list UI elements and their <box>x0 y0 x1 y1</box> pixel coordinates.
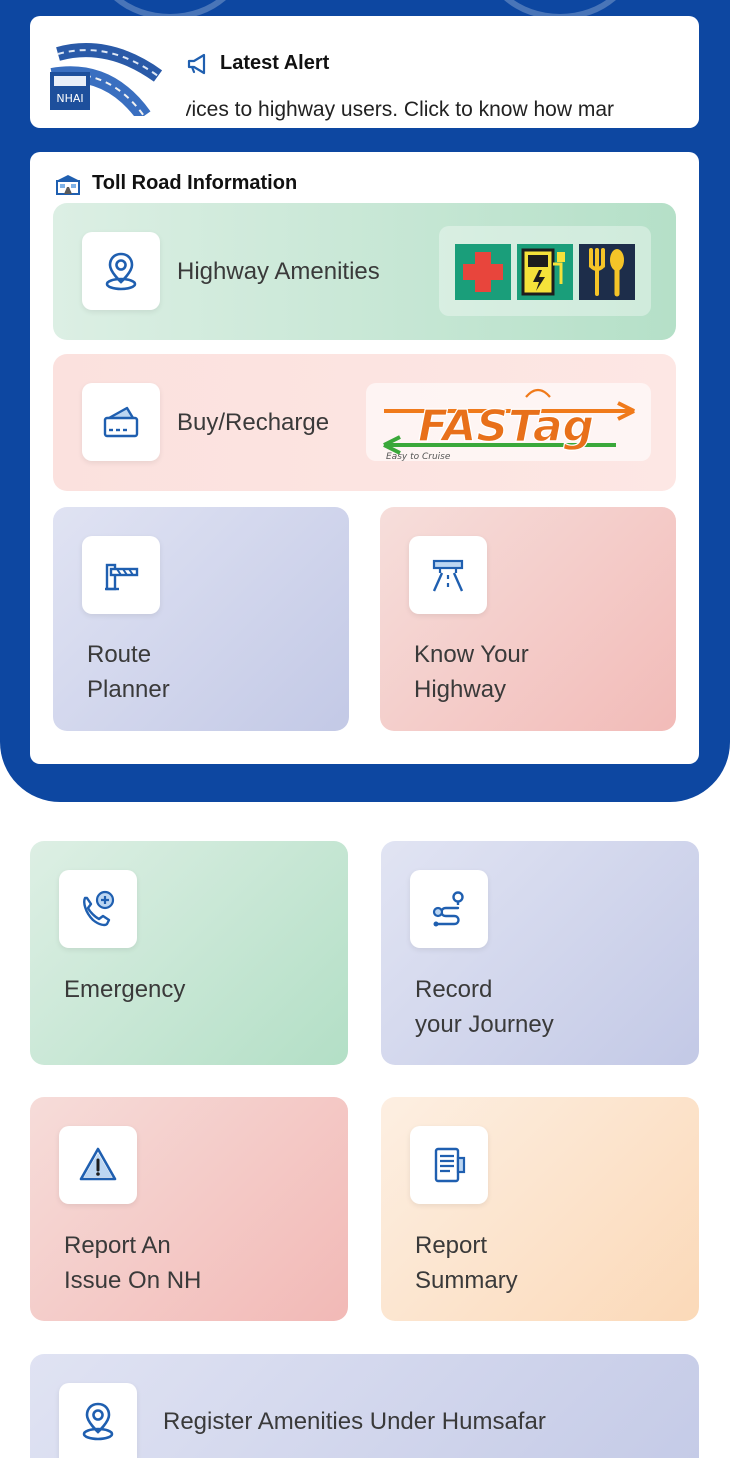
buy-recharge-tile[interactable]: Buy/Recharge FASTag Easy to Cruise <box>53 354 676 491</box>
nhai-logo: NHAI <box>50 43 163 116</box>
report-issue-line1: Report An <box>64 1232 171 1259</box>
ev-charging-icon <box>517 244 573 300</box>
emergency-label: Emergency <box>64 976 186 1003</box>
ticker-fade <box>668 98 699 128</box>
record-journey-line1: Record <box>415 976 493 1003</box>
svg-text:NHAI: NHAI <box>56 92 83 105</box>
register-amenities-tile[interactable]: Register Amenities Under Humsafar <box>30 1354 699 1458</box>
highway-amenities-tile[interactable]: Highway Amenities <box>53 203 676 340</box>
report-document-icon <box>410 1126 488 1204</box>
toll-title: Toll Road Information <box>92 172 298 194</box>
highway-road-icon <box>409 536 487 614</box>
fastag-logo: FASTag Easy to Cruise <box>366 383 651 461</box>
route-planner-line1: Route <box>87 641 152 668</box>
toll-road-card: Toll Road Information Highway Amenities <box>30 152 699 764</box>
route-planner-line2: Planner <box>87 676 170 703</box>
location-pin-icon <box>82 232 160 310</box>
report-summary-tile[interactable]: Report Summary <box>381 1097 699 1321</box>
emergency-tile[interactable]: Emergency <box>30 841 348 1065</box>
toll-booth-icon <box>54 173 82 195</box>
know-highway-line1: Know Your <box>414 641 529 668</box>
top-panel: NHAI Latest Alert rvices to highway user… <box>0 0 730 802</box>
buy-recharge-label: Buy/Recharge <box>177 409 330 436</box>
report-summary-line2: Summary <box>415 1267 518 1294</box>
report-summary-line1: Report <box>415 1232 488 1259</box>
warning-icon <box>59 1126 137 1204</box>
know-highway-line2: Highway <box>414 676 507 703</box>
route-path-icon <box>410 870 488 948</box>
highway-amenities-label: Highway Amenities <box>177 258 380 285</box>
latest-alert-card[interactable]: NHAI Latest Alert rvices to highway user… <box>30 16 699 128</box>
toll-title-row: Toll Road Information <box>54 172 297 195</box>
amenities-icon-strip <box>439 226 651 316</box>
svg-text:FASTag: FASTag <box>418 401 594 452</box>
route-planner-tile[interactable]: Route Planner <box>53 507 349 731</box>
svg-text:Easy to Cruise: Easy to Cruise <box>386 452 451 461</box>
report-issue-tile[interactable]: Report An Issue On NH <box>30 1097 348 1321</box>
record-journey-line2: your Journey <box>415 1011 554 1038</box>
alert-title: Latest Alert <box>220 52 330 74</box>
alert-ticker-text: rvices to highway users. Click to know h… <box>186 98 614 121</box>
first-aid-icon <box>455 244 511 300</box>
payment-card-icon <box>82 383 160 461</box>
emergency-phone-icon <box>59 870 137 948</box>
report-issue-line2: Issue On NH <box>64 1267 202 1294</box>
register-amenities-label: Register Amenities Under Humsafar <box>163 1408 546 1435</box>
alert-title-row: Latest Alert <box>186 52 329 75</box>
location-pin-icon <box>59 1383 137 1458</box>
know-your-highway-tile[interactable]: Know Your Highway <box>380 507 676 731</box>
record-journey-tile[interactable]: Record your Journey <box>381 841 699 1065</box>
restaurant-icon <box>579 244 635 300</box>
alert-ticker[interactable]: rvices to highway users. Click to know h… <box>186 98 699 128</box>
toll-barrier-icon <box>82 536 160 614</box>
megaphone-icon <box>186 53 212 75</box>
